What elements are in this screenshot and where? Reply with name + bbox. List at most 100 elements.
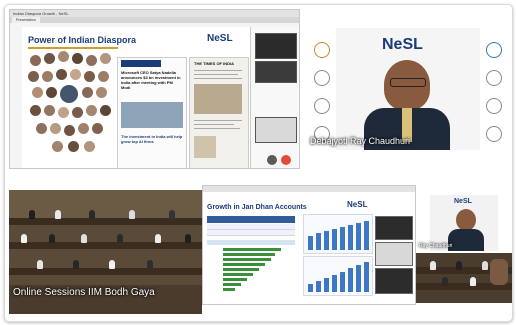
student <box>89 210 95 219</box>
shared-screen-window[interactable]: Indian Diaspora Growth - NeSL Presentati… <box>9 9 300 169</box>
face-photo <box>98 71 109 82</box>
table-row <box>207 230 295 236</box>
student <box>155 234 161 243</box>
student <box>147 260 153 269</box>
slide-title: Growth in Jan Dhan Accounts <box>207 204 307 211</box>
bar <box>340 272 345 292</box>
table-header <box>207 216 295 223</box>
student <box>37 260 43 269</box>
face-photo-center <box>60 85 78 103</box>
slide-title: Power of Indian Diaspora <box>28 35 137 45</box>
participant-video[interactable] <box>255 61 297 83</box>
tab-presentation[interactable]: Presentation <box>12 17 40 23</box>
hbar <box>223 268 259 271</box>
mic-icon[interactable] <box>267 155 277 165</box>
nesl-logo-text: NeSL <box>347 200 368 209</box>
participant-video[interactable] <box>375 216 413 240</box>
nesl-logo-text: NeSL <box>207 33 233 44</box>
jan-dhan-slide-window[interactable]: Growth in Jan Dhan Accounts NeSL <box>202 185 416 305</box>
banner-logo-text: NeSL <box>382 36 423 53</box>
face-photo <box>72 107 83 118</box>
news-clipping: Microsoft CEO Satya Nadella announces $3… <box>117 57 187 168</box>
participant-video[interactable] <box>255 33 297 59</box>
accounts-bar-chart <box>303 214 373 254</box>
award-icon <box>486 42 502 58</box>
face-photo <box>78 123 89 134</box>
student <box>29 210 35 219</box>
face-photo <box>32 87 43 98</box>
bar <box>364 262 369 292</box>
hbar <box>223 273 253 276</box>
face-photo <box>100 53 111 64</box>
room-caption: Online Sessions IIM Bodh Gaya <box>13 287 155 298</box>
face-photo <box>96 87 107 98</box>
face-photo <box>82 87 93 98</box>
classroom-video-tile[interactable]: Online Sessions IIM Bodh Gaya <box>9 190 202 314</box>
face-photo <box>84 71 95 82</box>
chart-header <box>207 240 295 245</box>
face-photo <box>36 123 47 134</box>
speaker-name-label: Debajyoti Ray Chaudhuri <box>310 136 411 146</box>
bar <box>316 233 321 250</box>
speaker-thumbnail-tile[interactable]: NeSL Ray Chaudhuri <box>416 195 512 251</box>
newspaper-masthead: THE TIMES OF INDIA <box>194 61 234 66</box>
participant-video[interactable] <box>375 268 413 294</box>
hbar <box>223 258 271 261</box>
text-line <box>194 78 242 79</box>
newspaper-thumb <box>194 136 216 158</box>
nesl-logo: NeSL <box>207 33 233 44</box>
end-call-icon[interactable] <box>281 155 291 165</box>
seal-icon <box>486 98 502 114</box>
face-photo <box>46 87 57 98</box>
face-photo <box>86 55 97 66</box>
student <box>49 234 55 243</box>
classroom-thumbnail-tile[interactable] <box>416 253 512 303</box>
face-photo <box>30 55 41 66</box>
news-photo <box>121 102 183 128</box>
student <box>117 234 123 243</box>
student <box>129 210 135 219</box>
face-photo <box>86 105 97 116</box>
window-title: Indian Diaspora Growth - NeSL <box>13 11 69 16</box>
window-tabbar: Presentation <box>10 17 299 23</box>
title-underline <box>28 47 118 49</box>
slide-canvas: Power of Indian Diaspora NeSL Microsoft … <box>22 27 250 168</box>
hbar <box>223 253 275 256</box>
student <box>169 210 175 219</box>
bar <box>364 221 369 250</box>
speaker-suit <box>448 229 484 251</box>
right-banner <box>498 195 512 251</box>
hbar <box>223 263 265 266</box>
face-photo <box>58 51 69 62</box>
student <box>73 260 79 269</box>
face-photo <box>100 105 111 116</box>
hbar <box>223 288 235 291</box>
deposits-bar-chart <box>303 256 373 296</box>
news-subheadline: The investment in India will help grow t… <box>121 134 183 144</box>
speaker-name-label: Ray Chaudhuri <box>419 243 453 249</box>
bar <box>356 223 361 250</box>
text-line <box>194 120 242 121</box>
face-photo <box>42 71 53 82</box>
student <box>456 261 462 270</box>
face-photo <box>92 123 103 134</box>
speaker-video-tile[interactable]: NeSL Debajyoti Ray Chaudhuri <box>304 28 512 150</box>
participant-video[interactable] <box>255 117 297 143</box>
glasses <box>390 78 426 87</box>
face-photo <box>44 105 55 116</box>
participant-face <box>490 259 508 285</box>
face-photo <box>64 125 75 136</box>
face-photo <box>56 69 67 80</box>
text-line <box>194 74 238 75</box>
cert-badge-icon <box>314 98 330 114</box>
student <box>21 234 27 243</box>
face-photo <box>28 71 39 82</box>
news-headline: Microsoft CEO Satya Nadella announces $3… <box>121 70 181 90</box>
participant-video[interactable] <box>375 242 413 266</box>
face-photo <box>52 141 63 152</box>
hbar <box>223 248 281 251</box>
face-photo <box>50 123 61 134</box>
text-line <box>194 128 240 129</box>
student <box>442 277 448 286</box>
bar <box>316 281 321 292</box>
